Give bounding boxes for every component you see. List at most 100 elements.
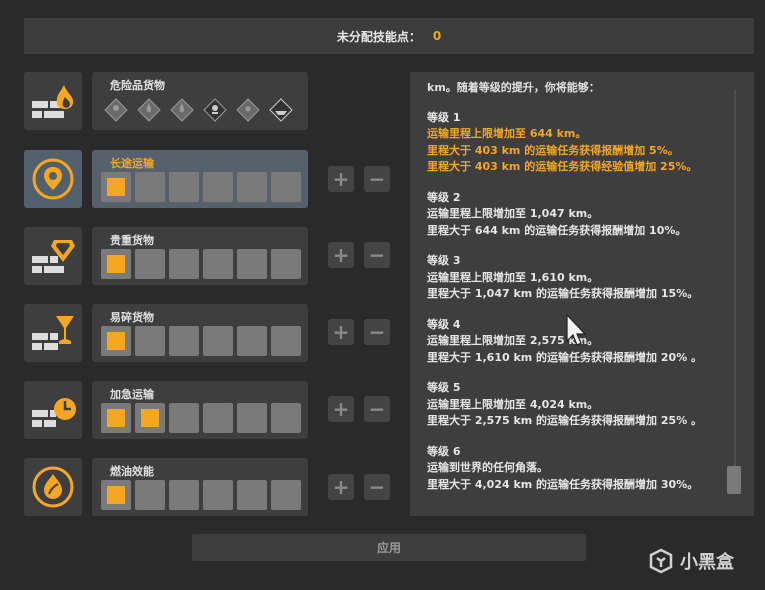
level-title: 等级 3 xyxy=(427,254,461,267)
skill-level-slot[interactable] xyxy=(237,249,267,279)
skill-level-slot[interactable] xyxy=(169,172,199,202)
skill-level-filled-marker xyxy=(107,332,125,350)
apply-button[interactable]: 应用 xyxy=(192,534,586,561)
skill-level-slot[interactable] xyxy=(101,249,131,279)
skill-points-label: 未分配技能点： xyxy=(336,29,421,44)
decrease-skill-button[interactable]: − xyxy=(364,474,390,500)
skill-level-filled-marker xyxy=(107,178,125,196)
skill-level-slot[interactable] xyxy=(203,326,233,356)
skill-panel[interactable]: 易碎货物 xyxy=(92,304,308,362)
skill-level-slot[interactable] xyxy=(237,480,267,510)
description-intro: km。随着等级的提升，你将能够： xyxy=(427,81,600,94)
skill-panel[interactable]: 贵重货物 xyxy=(92,227,308,285)
skill-level-slot[interactable] xyxy=(237,403,267,433)
skill-level-slot[interactable] xyxy=(101,403,131,433)
skill-icon-box[interactable] xyxy=(24,72,82,130)
level-title: 等级 1 xyxy=(427,110,461,124)
xiaoheihe-logo-icon xyxy=(649,548,673,574)
diamond-icon xyxy=(32,240,75,273)
level-benefit-line: 运输到世界的任何角落。 xyxy=(427,461,548,474)
skill-level-slot[interactable] xyxy=(169,249,199,279)
skill-level-filled-marker xyxy=(107,255,125,273)
skill-level-filled-marker xyxy=(141,409,159,427)
skill-title: 长途运输 xyxy=(110,157,154,170)
decrease-skill-button[interactable]: − xyxy=(364,396,390,422)
skill-title: 加急运输 xyxy=(110,388,154,401)
skill-level-filled-marker xyxy=(107,486,125,504)
skill-level-slot[interactable] xyxy=(271,480,301,510)
increase-skill-button[interactable]: + xyxy=(328,242,354,268)
level-benefit-line: 运输里程上限增加至 1,610 km。 xyxy=(427,270,599,284)
mouse-cursor-icon xyxy=(566,313,587,346)
skill-level-slot[interactable] xyxy=(203,480,233,510)
skill-level-slot[interactable] xyxy=(271,403,301,433)
skill-title: 贵重货物 xyxy=(110,234,154,247)
explosive-diamond-icon xyxy=(104,98,128,122)
skill-row-fuel-efficiency: 燃油效能 xyxy=(24,458,314,516)
scrollbar-thumb[interactable] xyxy=(727,466,741,494)
skill-level-slot[interactable] xyxy=(271,249,301,279)
level-title: 等级 6 xyxy=(427,444,461,458)
level-benefit-line: 里程大于 2,575 km 的运输任务获得报酬增加 25% 。 xyxy=(427,414,703,427)
skill-panel[interactable]: 燃油效能 xyxy=(92,458,308,516)
skill-level-slot[interactable] xyxy=(101,480,131,510)
skill-icon-box[interactable] xyxy=(24,381,82,439)
unassigned-skill-points-bar: 未分配技能点： 0 xyxy=(24,18,754,54)
radioactive-diamond-icon xyxy=(236,98,260,122)
skill-level-slot[interactable] xyxy=(203,249,233,279)
skill-level-slot[interactable] xyxy=(169,480,199,510)
scrollbar-track[interactable] xyxy=(734,90,736,494)
skill-level-slot[interactable] xyxy=(169,403,199,433)
skill-level-slot[interactable] xyxy=(135,249,165,279)
level-benefit-line: 里程大于 403 km 的运输任务获得报酬增加 5%。 xyxy=(427,143,679,157)
fuel-drop-leaf-icon xyxy=(32,466,74,508)
level-list: 等级 1 运输里程上限增加至 644 km。 里程大于 403 km 的运输任务获得… xyxy=(427,110,727,494)
level-block: 等级 6 运输到世界的任何角落。里程大于 4,024 km 的运输任务获得报酬增加… xyxy=(427,444,727,494)
skill-description-content: km。随着等级的提升，你将能够： 等级 1 运输里程上限增加至 644 km。 里程… xyxy=(427,81,727,507)
increase-skill-button[interactable]: + xyxy=(328,396,354,422)
skill-level-slot[interactable] xyxy=(101,172,131,202)
glass-icon xyxy=(32,316,74,350)
level-block: 等级 1 运输里程上限增加至 644 km。 里程大于 403 km 的运输任务获得… xyxy=(427,110,727,176)
decrease-skill-button[interactable]: − xyxy=(364,242,390,268)
skill-level-slot[interactable] xyxy=(203,403,233,433)
level-benefit-line: 里程大于 1,610 km 的运输任务获得报酬增加 20% 。 xyxy=(427,350,703,364)
decrease-skill-button[interactable]: − xyxy=(364,166,390,192)
flammable-liquid-diamond-icon xyxy=(170,98,194,122)
clock-icon xyxy=(32,398,76,427)
skill-level-slot[interactable] xyxy=(169,326,199,356)
skill-title: 燃油效能 xyxy=(110,465,154,478)
skill-level-filled-marker xyxy=(107,409,125,427)
skill-panel[interactable]: 加急运输 xyxy=(92,381,308,439)
skill-level-slots xyxy=(101,172,301,202)
skill-icon-box[interactable] xyxy=(24,227,82,285)
flammable-gas-diamond-icon xyxy=(137,98,161,122)
level-benefit-line: 里程大于 1,047 km 的运输任务获得报酬增加 15%。 xyxy=(427,287,699,300)
increase-skill-button[interactable]: + xyxy=(328,474,354,500)
skill-level-slot[interactable] xyxy=(135,326,165,356)
skill-row-hazardous: 危险品货物 xyxy=(24,72,314,130)
skill-description-panel[interactable]: km。随着等级的提升，你将能够： 等级 1 运输里程上限增加至 644 km。 里程… xyxy=(410,72,754,516)
skill-panel[interactable]: 危险品货物 xyxy=(92,72,308,130)
level-block: 等级 5 运输里程上限增加至 4,024 km。 里程大于 2,575 km 的运输… xyxy=(427,380,727,430)
decrease-skill-button[interactable]: − xyxy=(364,319,390,345)
skill-level-slot[interactable] xyxy=(271,172,301,202)
skill-icon-box[interactable] xyxy=(24,458,82,516)
skill-level-slot[interactable] xyxy=(203,172,233,202)
skill-level-slot[interactable] xyxy=(135,172,165,202)
skill-icon-box[interactable] xyxy=(24,304,82,362)
skill-icon-box[interactable] xyxy=(24,150,82,208)
increase-skill-button[interactable]: + xyxy=(328,319,354,345)
skill-level-slots xyxy=(101,249,301,279)
skill-level-slot[interactable] xyxy=(271,326,301,356)
skill-level-slot[interactable] xyxy=(135,480,165,510)
level-benefit-line: 里程大于 4,024 km 的运输任务获得报酬增加 30%。 xyxy=(427,477,699,491)
skill-level-slot[interactable] xyxy=(237,172,267,202)
skill-level-slot[interactable] xyxy=(135,403,165,433)
skill-level-slot[interactable] xyxy=(101,326,131,356)
skill-level-slot[interactable] xyxy=(237,326,267,356)
location-pin-icon xyxy=(32,158,74,200)
increase-skill-button[interactable]: + xyxy=(328,166,354,192)
skill-panel[interactable]: 长途运输 xyxy=(92,150,308,208)
hazard-fire-icon xyxy=(32,85,74,118)
